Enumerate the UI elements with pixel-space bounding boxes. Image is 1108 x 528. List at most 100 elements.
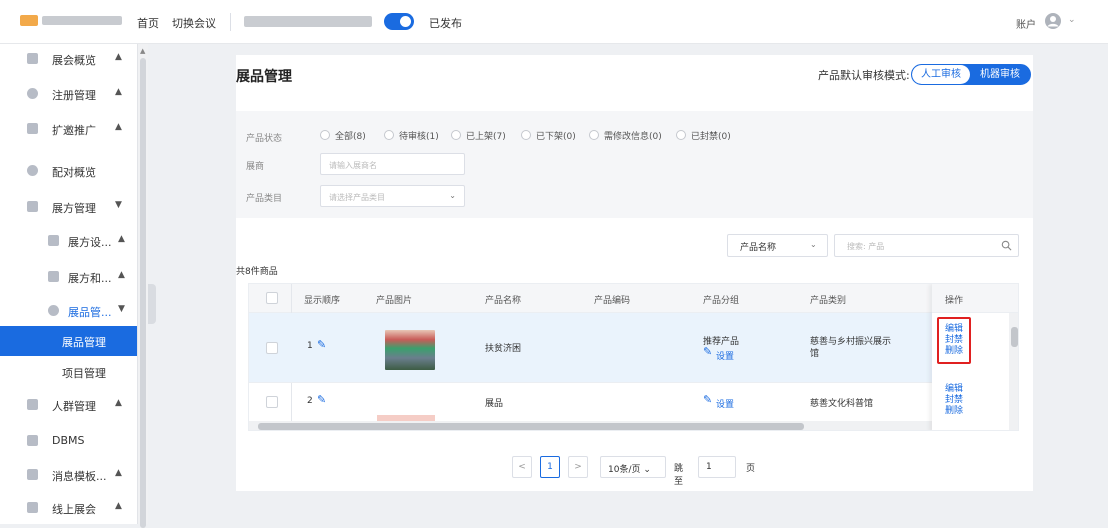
search-input[interactable]: 搜索: 产品: [834, 234, 1019, 257]
edit-order-icon[interactable]: ✎: [317, 393, 326, 406]
search-field-value: 产品名称: [740, 243, 777, 253]
row-order: 2: [307, 396, 313, 406]
sidebar-scrollbar[interactable]: ▲: [137, 44, 148, 528]
prev-page-button[interactable]: <: [512, 456, 532, 478]
vendor-input[interactable]: 请输入展商名: [320, 153, 465, 175]
row-category-cont: 馆: [810, 349, 820, 359]
sidebar-item-label: 展方和...: [68, 272, 112, 285]
category-select[interactable]: 请选择产品类目 ⌄: [320, 185, 465, 207]
scrollbar-thumb[interactable]: [140, 58, 146, 528]
monitor-icon: [27, 502, 38, 513]
goto-label: 跳至: [674, 464, 684, 487]
sidebar-collapse-handle[interactable]: [148, 284, 156, 324]
vendor-filter-label: 展商: [246, 162, 265, 172]
sidebar-item-dbms[interactable]: DBMS: [0, 426, 137, 456]
user-avatar-icon[interactable]: [1044, 12, 1062, 30]
nav-home-link[interactable]: 首页: [137, 15, 159, 31]
sidebar-item-product-mgmt-group[interactable]: 展品管... ▼: [0, 296, 137, 326]
delete-link[interactable]: 删除: [945, 346, 963, 357]
caret-up-icon: ▲: [115, 468, 122, 478]
sidebar-item-label: 展品管...: [68, 306, 112, 319]
edit-order-icon[interactable]: ✎: [317, 338, 326, 351]
group-settings-link[interactable]: 设置: [716, 349, 734, 362]
review-mode-machine-option[interactable]: 机器审核: [970, 65, 1030, 84]
publish-toggle[interactable]: [384, 13, 414, 30]
actions-column: 操作 编辑 封禁 删除 编辑 封禁 删除: [932, 284, 1010, 430]
group-settings-link[interactable]: 设置: [716, 397, 734, 410]
product-thumbnail[interactable]: [385, 330, 435, 370]
account-link[interactable]: 账户: [1016, 16, 1036, 31]
chevron-down-icon: ⌄: [810, 240, 817, 249]
chevron-down-icon[interactable]: ⌄: [1068, 15, 1076, 25]
next-page-button[interactable]: >: [568, 456, 588, 478]
caret-up-icon: ▲: [115, 87, 122, 97]
category-filter-label: 产品类目: [246, 194, 283, 204]
chevron-down-icon: ⌄: [643, 465, 651, 475]
caret-down-icon: ▼: [118, 304, 125, 314]
sidebar-item-crowd-mgmt[interactable]: 人群管理 ▲: [0, 390, 137, 420]
select-all-checkbox[interactable]: [266, 292, 278, 304]
sidebar-item-label: 人群管理: [52, 400, 96, 413]
scrollbar-thumb[interactable]: [258, 423, 804, 430]
circle-icon: [27, 165, 38, 176]
sidebar-item-label: 注册管理: [52, 89, 96, 102]
table-horizontal-scrollbar[interactable]: [249, 421, 1009, 430]
scrollbar-thumb[interactable]: [1011, 327, 1018, 347]
delete-link[interactable]: 删除: [945, 406, 963, 417]
sidebar-item-exhibitor-and[interactable]: 展方和... ▲: [0, 262, 137, 292]
sidebar-item-matching[interactable]: 配对概览: [0, 156, 137, 186]
sidebar-item-label: 展方管理: [52, 202, 96, 215]
page-1-button[interactable]: 1: [540, 456, 560, 478]
row-checkbox[interactable]: [266, 396, 278, 408]
search-icon[interactable]: [1001, 240, 1012, 251]
sidebar-item-label: 展会概览: [52, 54, 96, 67]
group-settings-icon[interactable]: ✎: [703, 393, 712, 406]
scroll-up-icon[interactable]: ▲: [140, 47, 145, 55]
group-settings-icon[interactable]: ✎: [703, 345, 712, 358]
caret-up-icon: ▲: [118, 270, 125, 280]
publish-status-label: 已发布: [429, 17, 462, 30]
row-product-name: 扶贫济困: [485, 344, 522, 354]
database-icon: [27, 435, 38, 446]
sidebar-item-exhibition-overview[interactable]: 展会概览 ▲: [0, 44, 137, 74]
meeting-name-redacted: [244, 16, 372, 27]
sidebar-item-registration[interactable]: 注册管理 ▲: [0, 79, 137, 109]
app-logo[interactable]: [20, 14, 125, 28]
table-vertical-scrollbar[interactable]: [1009, 313, 1018, 430]
sidebar-item-message-templates[interactable]: 消息模板... ▲: [0, 460, 137, 490]
sidebar-item-project-mgmt[interactable]: 项目管理: [0, 357, 137, 387]
main-content: 展品管理 产品默认审核模式: 人工审核 机器审核 产品状态 全部(8) 待审核(…: [236, 55, 1033, 491]
col-display-order[interactable]: 显示顺序: [304, 293, 340, 306]
sidebar-item-label: 扩邀推广: [52, 124, 96, 137]
search-field-select[interactable]: 产品名称 ⌄: [727, 234, 828, 257]
review-mode-manual-option[interactable]: 人工审核: [912, 65, 970, 84]
top-bar: 首页 切换会议 已发布 账户 ⌄: [0, 0, 1108, 44]
col-product-image: 产品图片: [376, 296, 413, 306]
row-actions: 编辑 封禁 删除: [945, 324, 963, 357]
category-placeholder: 请选择产品类目: [329, 193, 385, 202]
edit-link[interactable]: 编辑: [945, 384, 963, 395]
page-size-value: 10条/页: [608, 465, 641, 475]
review-mode-switch[interactable]: 人工审核 机器审核: [911, 64, 1031, 85]
ban-link[interactable]: 封禁: [945, 335, 963, 346]
sidebar-item-promotion[interactable]: 扩邀推广 ▲: [0, 114, 137, 144]
sidebar-item-online-expo[interactable]: 线上展会 ▲: [0, 493, 137, 523]
sidebar-item-product-mgmt[interactable]: 展品管理: [0, 326, 137, 356]
sidebar-item-label: 展方设...: [68, 236, 112, 249]
user-icon: [27, 88, 38, 99]
goto-page-input[interactable]: 1: [698, 456, 736, 478]
edit-link[interactable]: 编辑: [945, 324, 963, 335]
col-product-group: 产品分组: [703, 296, 740, 306]
row-checkbox[interactable]: [266, 342, 278, 354]
grid-icon: [27, 53, 38, 64]
col-product-code: 产品编码: [594, 296, 631, 306]
sidebar-item-exhibitor-settings[interactable]: 展方设... ▲: [0, 226, 137, 256]
page-size-select[interactable]: 10条/页 ⌄: [600, 456, 666, 478]
nav-switch-meeting-link[interactable]: 切换会议: [172, 15, 216, 31]
sidebar-item-label: 线上展会: [52, 503, 96, 516]
table-row[interactable]: 1 ✎ 扶贫济困 推荐产品 ✎ 设置 慈善与乡村振兴展示 馆: [249, 313, 1009, 383]
sidebar-item-exhibitor-mgmt[interactable]: 展方管理 ▼: [0, 192, 137, 222]
review-mode-label: 产品默认审核模式:: [818, 69, 910, 82]
ban-link[interactable]: 封禁: [945, 395, 963, 406]
layers-icon: [27, 201, 38, 212]
